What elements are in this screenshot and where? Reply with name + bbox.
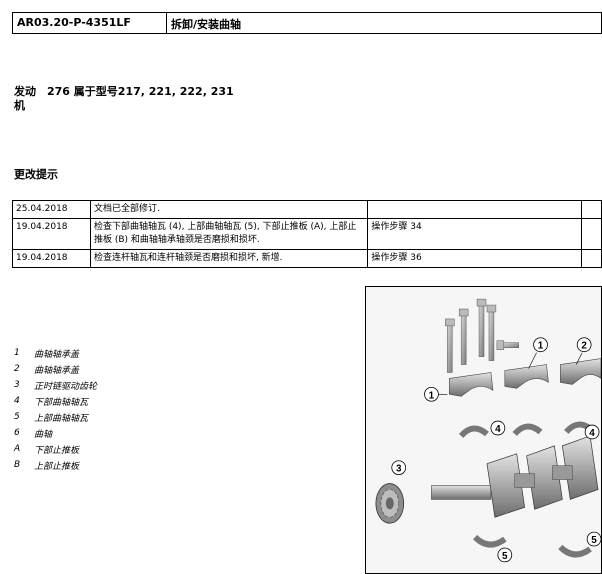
legend-number: 1 (14, 348, 20, 358)
document-title: 拆卸/安装曲轴 (171, 18, 242, 31)
callout-2: 2 (581, 341, 587, 352)
document-header: AR03.20-P-4351LF 拆卸/安装曲轴 (12, 12, 602, 34)
crankshaft (431, 435, 599, 518)
legend-text: 下部止推板 (34, 445, 80, 456)
table-cell-empty (581, 249, 602, 268)
callout-3: 3 (396, 464, 402, 475)
callout-5a: 5 (502, 551, 508, 562)
legend-text: 上部止推板 (34, 461, 80, 472)
parts-legend: 1 曲轴轴承盖 2 曲轴轴承盖 3 正时链驱动齿轮 4 下部曲轴轴瓦 5 上部曲轴轴瓦 6… (14, 345, 97, 473)
legend-number: B (14, 460, 21, 470)
bearing-caps (448, 358, 601, 397)
change-step: 操作步骤 36 (367, 249, 583, 268)
callout-4a: 4 (495, 424, 501, 435)
legend-item: 3 正时链驱动齿轮 (14, 377, 97, 393)
change-description: 文档已全部修订. (89, 200, 369, 219)
bolt-group (445, 298, 519, 373)
change-description: 检查下部曲轴轴瓦 (4), 上部曲轴轴瓦 (5), 下部止推板 (A), 上部止… (89, 218, 369, 250)
table-cell-empty (581, 200, 602, 219)
callout-1b: 1 (538, 341, 544, 352)
engine-label: 发动机 (14, 85, 36, 112)
change-step (367, 200, 583, 219)
table-cell-empty (581, 218, 602, 250)
lower-bearing-shells (458, 421, 595, 439)
legend-item: 5 上部曲轴轴瓦 (14, 409, 97, 425)
legend-text: 曲轴 (34, 429, 53, 440)
change-date: 25.04.2018 (12, 200, 91, 219)
callout-4b: 4 (589, 428, 595, 439)
changes-title: 更改提示 (14, 168, 58, 181)
table-row: 19.04.2018 检查下部曲轴轴瓦 (4), 上部曲轴轴瓦 (5), 下部止… (12, 218, 602, 250)
table-row: 25.04.2018 文档已全部修订. (12, 200, 602, 219)
legend-item: 6 曲轴 (14, 425, 97, 441)
legend-item: A 下部止推板 (14, 441, 97, 457)
engine-models: 276 属于型号217, 221, 222, 231 (47, 85, 234, 98)
legend-item: B 上部止推板 (14, 457, 97, 473)
table-row: 19.04.2018 检查连杆轴瓦和连杆轴颈是否磨损和损坏, 新增. 操作步骤 … (12, 249, 602, 268)
change-date: 19.04.2018 (12, 218, 91, 250)
legend-number: A (14, 444, 21, 454)
callout-5b: 5 (591, 535, 597, 546)
exploded-view-drawing: 1 1 2 3 4 4 5 5 (375, 298, 601, 563)
legend-number: 6 (14, 428, 20, 438)
timing-sprocket (375, 483, 405, 524)
legend-item: 4 下部曲轴轴瓦 (14, 393, 97, 409)
changes-table: 25.04.2018 文档已全部修订. 19.04.2018 检查下部曲轴轴瓦 … (12, 200, 602, 268)
crankshaft-illustration: 1 1 2 3 4 4 5 5 (365, 286, 602, 574)
legend-text: 正时链驱动齿轮 (34, 381, 98, 392)
legend-item: 2 曲轴轴承盖 (14, 361, 97, 377)
legend-text: 曲轴轴承盖 (34, 365, 80, 376)
legend-text: 下部曲轴轴瓦 (34, 397, 89, 408)
change-step: 操作步骤 34 (367, 218, 583, 250)
legend-item: 1 曲轴轴承盖 (14, 345, 97, 361)
callout-1: 1 (429, 390, 435, 401)
document-id: AR03.20-P-4351LF (13, 13, 167, 33)
legend-number: 2 (14, 364, 20, 374)
legend-number: 5 (14, 412, 20, 422)
change-description: 检查连杆轴瓦和连杆轴颈是否磨损和损坏, 新增. (89, 249, 369, 268)
legend-number: 3 (14, 380, 20, 390)
legend-text: 曲轴轴承盖 (34, 349, 80, 360)
legend-text: 上部曲轴轴瓦 (34, 413, 89, 424)
upper-bearing-shells (472, 534, 592, 558)
change-date: 19.04.2018 (12, 249, 91, 268)
legend-number: 4 (14, 396, 20, 406)
